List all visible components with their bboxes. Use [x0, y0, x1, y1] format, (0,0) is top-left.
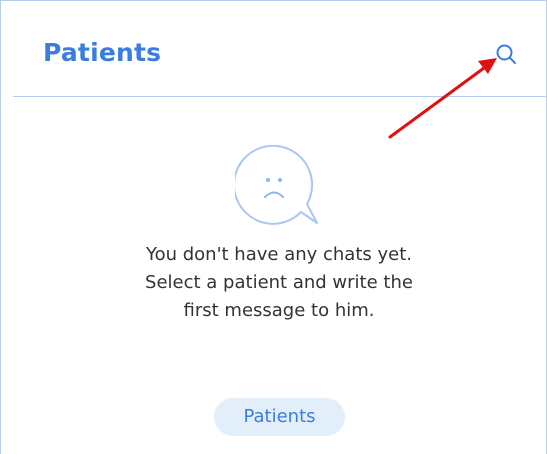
panel-header: Patients — [1, 1, 546, 97]
search-icon — [496, 44, 516, 64]
header-divider — [13, 96, 547, 97]
search-button[interactable] — [494, 42, 518, 66]
empty-chats-message: You don't have any chats yet. Select a p… — [145, 244, 413, 321]
sad-chat-bubble-icon — [235, 145, 325, 229]
patients-panel: Patients You don't have any chats yet. S… — [0, 0, 547, 454]
patients-button[interactable]: Patients — [214, 398, 345, 436]
page-title: Patients — [43, 38, 162, 67]
